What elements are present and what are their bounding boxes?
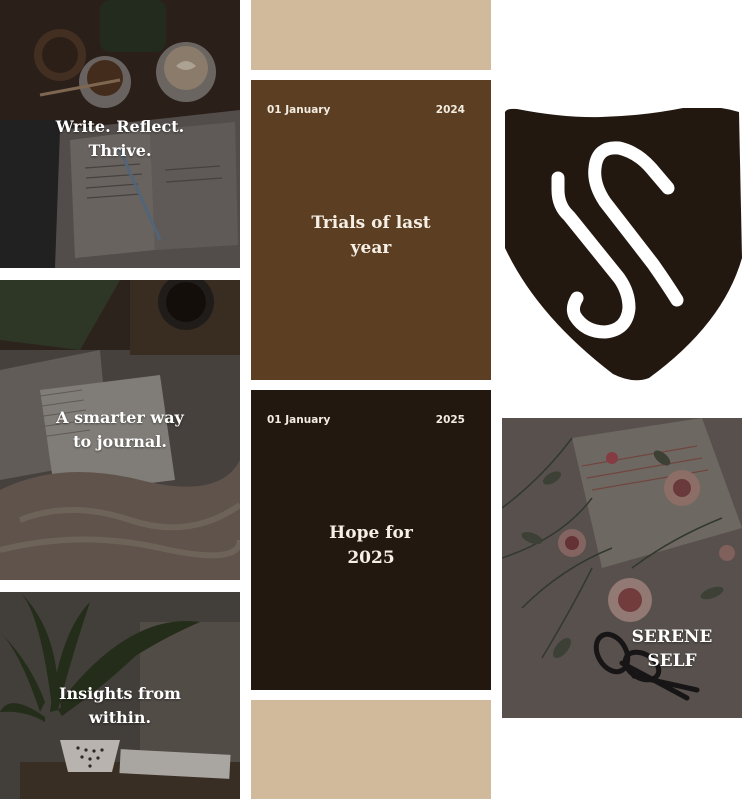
card-date: 01 January — [267, 104, 331, 116]
photo-tile-insights: Insights from within. — [0, 592, 240, 799]
photo-caption: Insights from within. — [59, 684, 181, 727]
journal-card-2024[interactable]: 01 January 2024 Trials of last year — [251, 80, 491, 380]
journal-card-2025[interactable]: 01 January 2025 Hope for 2025 — [251, 390, 491, 690]
photo-caption: SERENE SELF — [631, 627, 713, 671]
photo-caption: A smarter way to journal. — [56, 408, 184, 451]
card-year: 2025 — [435, 414, 465, 426]
tan-block-bottom — [251, 700, 491, 799]
photo-tile-write-reflect: Write. Reflect. Thrive. — [0, 0, 240, 268]
card-title: Trials of last year — [311, 213, 431, 258]
tan-block-top — [251, 0, 491, 70]
card-year: 2024 — [435, 104, 465, 116]
dried-flowers-photo — [502, 418, 742, 718]
card-date: 01 January — [267, 414, 331, 426]
card-title: Hope for 2025 — [329, 523, 413, 568]
brand-logo — [501, 108, 742, 383]
shield-paperclip-icon — [504, 108, 742, 381]
photo-tile-smarter-journal: A smarter way to journal. — [0, 280, 240, 580]
photo-tile-serene-self: SERENE SELF — [502, 418, 742, 718]
photo-caption: Write. Reflect. Thrive. — [55, 117, 185, 160]
